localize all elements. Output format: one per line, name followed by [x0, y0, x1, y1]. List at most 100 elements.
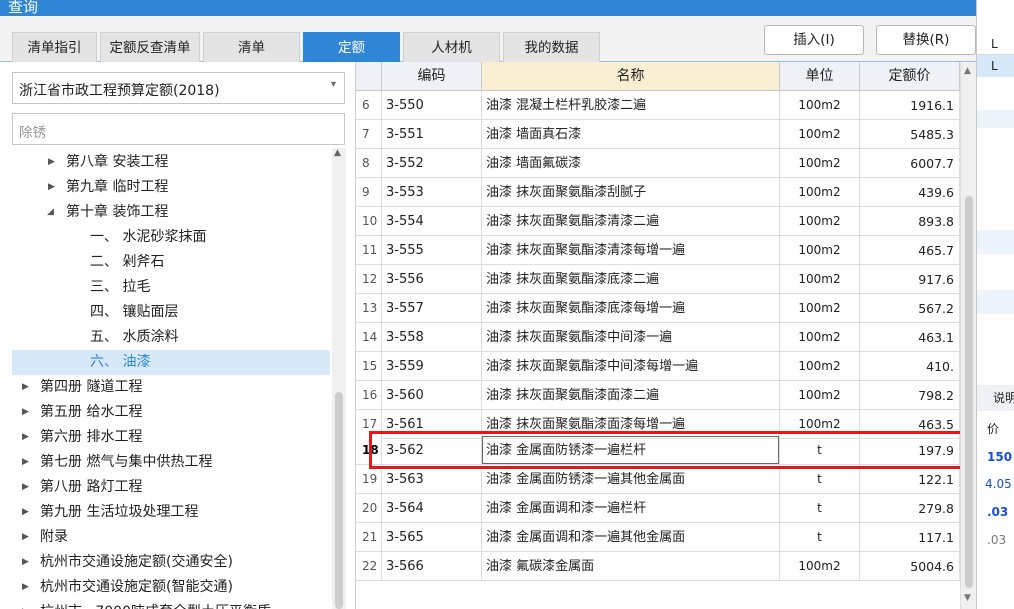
- table-row[interactable]: 22 3-566 油漆 氟碳漆金属面 100m2 5004.6: [356, 552, 960, 581]
- cell-code[interactable]: 3-557: [382, 294, 482, 323]
- table-row[interactable]: 7 3-551 油漆 墙面真石漆 100m2 5485.3: [356, 120, 960, 149]
- table-row[interactable]: 15 3-559 油漆 抹灰面聚氨酯漆中间漆每增一遍 100m2 410.: [356, 352, 960, 381]
- table-row[interactable]: 10 3-554 油漆 抹灰面聚氨酯漆清漆二遍 100m2 893.8: [356, 207, 960, 236]
- replace-button[interactable]: 替换(R): [876, 25, 976, 55]
- caret-down-icon[interactable]: ◢: [47, 200, 54, 225]
- cell-name[interactable]: 油漆 抹灰面聚氨酯漆中间漆一遍: [482, 323, 780, 352]
- tab-labor-material-machine[interactable]: 人材机: [403, 32, 500, 62]
- scroll-down-icon[interactable]: ▼: [964, 593, 971, 603]
- cell-price[interactable]: 1916.1: [860, 91, 960, 120]
- cell-unit[interactable]: 100m2: [780, 323, 860, 352]
- table-row-selected[interactable]: 18 3-562 油漆 金属面防锈漆一遍栏杆 t 197.9: [356, 436, 960, 465]
- tree-node[interactable]: ▶ 第八章 安装工程: [12, 150, 330, 175]
- table-row[interactable]: 6 3-550 油漆 混凝土栏杆乳胶漆二遍 100m2 1916.1: [356, 91, 960, 120]
- quota-library-select[interactable]: 浙江省市政工程预算定额(2018) ▾: [12, 72, 345, 104]
- cell-price[interactable]: 439.6: [860, 178, 960, 207]
- cell-price[interactable]: 279.8: [860, 494, 960, 523]
- cell-code[interactable]: 3-561: [382, 410, 482, 439]
- cell-unit[interactable]: 100m2: [780, 352, 860, 381]
- tree-node[interactable]: 五、 水质涂料: [12, 325, 330, 350]
- tree-node[interactable]: ▶ 第七册 燃气与集中供热工程: [12, 450, 330, 475]
- tree-node[interactable]: 四、 镶贴面层: [12, 300, 330, 325]
- cell-name[interactable]: 油漆 抹灰面聚氨酯漆面漆二遍: [482, 381, 780, 410]
- caret-right-icon[interactable]: ▶: [22, 375, 29, 400]
- tree-scrollbar[interactable]: ▲: [332, 148, 346, 609]
- tree-node[interactable]: 一、 水泥砂浆抹面: [12, 225, 330, 250]
- cell-unit[interactable]: 100m2: [780, 207, 860, 236]
- table-scrollbar[interactable]: ▲ ▼: [960, 62, 976, 609]
- table-row[interactable]: 19 3-563 油漆 金属面防锈漆一遍其他金属面 t 122.1: [356, 465, 960, 494]
- cell-unit[interactable]: 100m2: [780, 91, 860, 120]
- cell-price[interactable]: 410.: [860, 352, 960, 381]
- cell-price[interactable]: 5485.3: [860, 120, 960, 149]
- cell-name[interactable]: 油漆 抹灰面聚氨酯漆面漆每增一遍: [482, 410, 780, 439]
- cell-code[interactable]: 3-559: [382, 352, 482, 381]
- tab-bill-guide[interactable]: 清单指引: [12, 32, 97, 62]
- cell-price[interactable]: 117.1: [860, 523, 960, 552]
- tree-node[interactable]: ▶ 杭州市...7000吨成套全型土压平衡盾...: [12, 600, 330, 609]
- table-row[interactable]: 8 3-552 油漆 墙面氟碳漆 100m2 6007.7: [356, 149, 960, 178]
- caret-right-icon[interactable]: ▶: [22, 400, 29, 425]
- title-bar[interactable]: 查询: [0, 0, 990, 16]
- cell-unit[interactable]: t: [780, 494, 860, 523]
- tree-node[interactable]: ▶ 第五册 给水工程: [12, 400, 330, 425]
- cell-code[interactable]: 3-560: [382, 381, 482, 410]
- cell-price[interactable]: 197.9: [860, 436, 960, 465]
- cell-code[interactable]: 3-558: [382, 323, 482, 352]
- cell-name[interactable]: 油漆 金属面调和漆一遍其他金属面: [482, 523, 780, 552]
- caret-right-icon[interactable]: ▶: [22, 575, 29, 600]
- caret-right-icon[interactable]: ▶: [48, 175, 55, 200]
- scrollbar-thumb[interactable]: [335, 392, 343, 609]
- caret-right-icon[interactable]: ▶: [22, 425, 29, 450]
- cell-unit[interactable]: 100m2: [780, 149, 860, 178]
- cell-price[interactable]: 5004.6: [860, 552, 960, 581]
- cell-unit[interactable]: 100m2: [780, 120, 860, 149]
- tree-node-selected[interactable]: 六、 油漆: [12, 350, 330, 375]
- tree-node[interactable]: ▶ 第九册 生活垃圾处理工程: [12, 500, 330, 525]
- cell-name[interactable]: 油漆 金属面调和漆一遍栏杆: [482, 494, 780, 523]
- table-row[interactable]: 14 3-558 油漆 抹灰面聚氨酯漆中间漆一遍 100m2 463.1: [356, 323, 960, 352]
- cell-unit[interactable]: t: [780, 436, 860, 465]
- tree-node[interactable]: ▶ 杭州市交通设施定额(交通安全): [12, 550, 330, 575]
- tree-node[interactable]: ▶ 第九章 临时工程: [12, 175, 330, 200]
- cell-name[interactable]: 油漆 抹灰面聚氨酯漆清漆每增一遍: [482, 236, 780, 265]
- cell-name[interactable]: 油漆 墙面氟碳漆: [482, 149, 780, 178]
- tree-node[interactable]: ▶ 第四册 隧道工程: [12, 375, 330, 400]
- cell-unit[interactable]: t: [780, 523, 860, 552]
- cell-unit[interactable]: 100m2: [780, 552, 860, 581]
- table-row[interactable]: 9 3-553 油漆 抹灰面聚氨酯漆刮腻子 100m2 439.6: [356, 178, 960, 207]
- search-input[interactable]: 除锈: [12, 113, 345, 145]
- scroll-up-icon[interactable]: ▲: [334, 148, 341, 158]
- caret-right-icon[interactable]: ▶: [22, 450, 29, 475]
- caret-right-icon[interactable]: ▶: [22, 475, 29, 500]
- table-row[interactable]: 17 3-561 油漆 抹灰面聚氨酯漆面漆每增一遍 100m2 463.5: [356, 410, 960, 439]
- cell-name[interactable]: 油漆 金属面防锈漆一遍其他金属面: [482, 465, 780, 494]
- header-name[interactable]: 名称: [482, 62, 780, 91]
- table-row[interactable]: 20 3-564 油漆 金属面调和漆一遍栏杆 t 279.8: [356, 494, 960, 523]
- tree-node[interactable]: ▶ 第六册 排水工程: [12, 425, 330, 450]
- cell-price[interactable]: 567.2: [860, 294, 960, 323]
- cell-name[interactable]: 油漆 抹灰面聚氨酯漆清漆二遍: [482, 207, 780, 236]
- cell-price[interactable]: 893.8: [860, 207, 960, 236]
- header-unit[interactable]: 单位: [780, 62, 860, 91]
- tree-node[interactable]: ▶ 杭州市交通设施定额(智能交通): [12, 575, 330, 600]
- table-row[interactable]: 12 3-556 油漆 抹灰面聚氨酯漆底漆二遍 100m2 917.6: [356, 265, 960, 294]
- caret-right-icon[interactable]: ▶: [22, 525, 29, 550]
- table-row[interactable]: 21 3-565 油漆 金属面调和漆一遍其他金属面 t 117.1: [356, 523, 960, 552]
- cell-code[interactable]: 3-552: [382, 149, 482, 178]
- cell-unit[interactable]: 100m2: [780, 236, 860, 265]
- cell-code[interactable]: 3-562: [382, 436, 482, 465]
- tree-node[interactable]: ▶ 附录: [12, 525, 330, 550]
- cell-price[interactable]: 798.2: [860, 381, 960, 410]
- cell-price[interactable]: 463.5: [860, 410, 960, 439]
- tab-quota[interactable]: 定额: [303, 32, 400, 62]
- cell-code[interactable]: 3-566: [382, 552, 482, 581]
- cell-name[interactable]: 油漆 混凝土栏杆乳胶漆二遍: [482, 91, 780, 120]
- cell-price[interactable]: 917.6: [860, 265, 960, 294]
- cell-price[interactable]: 6007.7: [860, 149, 960, 178]
- tab-quota-reverse-lookup[interactable]: 定额反查清单: [100, 32, 200, 62]
- tree-node[interactable]: 三、 拉毛: [12, 275, 330, 300]
- caret-right-icon[interactable]: ▶: [48, 150, 55, 175]
- cell-code[interactable]: 3-553: [382, 178, 482, 207]
- cell-name[interactable]: 油漆 抹灰面聚氨酯漆中间漆每增一遍: [482, 352, 780, 381]
